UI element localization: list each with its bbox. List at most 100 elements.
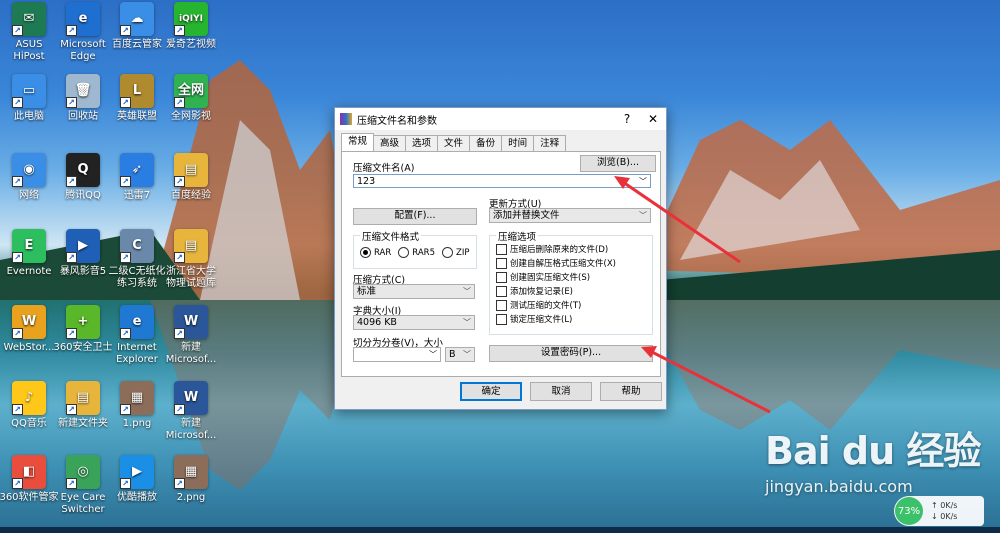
shortcut-arrow-icon: ↗ [66,328,77,339]
set-password-button[interactable]: 设置密码(P)... [489,345,653,362]
app-icon: L ↗ [120,74,154,108]
shortcut-arrow-icon: ↗ [174,478,185,489]
watermark-url: jingyan.baidu.com [765,477,913,496]
tab-0[interactable]: 常规 [341,133,375,151]
browse-button[interactable]: 浏览(B)... [580,155,656,172]
app-icon: ▦ ↗ [120,381,154,415]
shortcut-arrow-icon: ↗ [174,97,185,108]
desktop-icon[interactable]: iQIYI ↗ 爱奇艺视频 [155,2,227,51]
app-icon: ◎ ↗ [66,455,100,489]
app-icon: W ↗ [174,305,208,339]
option-checkbox[interactable]: 创建自解压格式压缩文件(X) [496,257,616,269]
tab-6[interactable]: 注释 [533,135,567,151]
shortcut-arrow-icon: ↗ [12,328,23,339]
desktop-icon[interactable]: ▤ ↗ 浙江省大学 物理试题库 [155,229,227,290]
desktop-icon-label: 2.png [176,492,206,503]
shortcut-arrow-icon: ↗ [12,404,23,415]
cancel-button[interactable]: 取消 [530,382,592,401]
winrar-icon [340,113,352,125]
format-group-title: 压缩文件格式 [360,229,422,243]
shortcut-arrow-icon: ↗ [66,97,77,108]
app-icon: ▶ ↗ [66,229,100,263]
upload-speed: ↑ 0K/s [931,501,958,510]
shortcut-arrow-icon: ↗ [12,252,23,263]
option-checkbox[interactable]: 创建固实压缩文件(S) [496,271,590,283]
help-icon[interactable]: ? [614,108,640,130]
app-icon: ☁ ↗ [120,2,154,36]
shortcut-arrow-icon: ↗ [174,176,185,187]
app-icon: ▭ ↗ [12,74,46,108]
update-mode-select[interactable]: 添加并替换文件 ﹀ [489,208,651,223]
desktop-icon[interactable]: ▦ ↗ 2.png [155,455,227,504]
format-radio-rar5[interactable]: RAR5 [398,247,435,258]
desktop-icon-label: 浙江省大学 物理试题库 [166,266,216,289]
shortcut-arrow-icon: ↗ [12,176,23,187]
desktop-icon[interactable]: W ↗ 新建 Microsof... [155,381,227,442]
ok-button[interactable]: 确定 [460,382,522,401]
desktop-icon[interactable]: ▤ ↗ 百度经验 [155,153,227,202]
shortcut-arrow-icon: ↗ [12,97,23,108]
app-icon: ▤ ↗ [66,381,100,415]
app-icon: ▤ ↗ [174,153,208,187]
shortcut-arrow-icon: ↗ [66,478,77,489]
desktop-icon[interactable]: 全网 ↗ 全网影视 [155,74,227,123]
shortcut-arrow-icon: ↗ [66,404,77,415]
format-radio-zip[interactable]: ZIP [442,247,469,258]
option-checkbox[interactable]: 测试压缩的文件(T) [496,299,581,311]
radio-icon [442,247,453,258]
checkbox-icon [496,299,507,311]
memory-percent: 73% [895,497,923,525]
shortcut-arrow-icon: ↗ [66,176,77,187]
tab-3[interactable]: 文件 [437,135,471,151]
help-button[interactable]: 帮助 [600,382,662,401]
app-icon: e ↗ [120,305,154,339]
watermark-logo: Bai du 经验 [765,429,981,473]
app-icon: E ↗ [12,229,46,263]
shortcut-arrow-icon: ↗ [66,252,77,263]
archive-name-input[interactable]: 123 ﹀ [353,174,651,188]
chevron-down-icon[interactable]: ﹀ [429,348,437,361]
tab-2[interactable]: 选项 [405,135,439,151]
app-icon: 🗑 ↗ [66,74,100,108]
option-checkbox[interactable]: 锁定压缩文件(L) [496,313,572,325]
shortcut-arrow-icon: ↗ [174,25,185,36]
shortcut-arrow-icon: ↗ [120,176,131,187]
options-group-title: 压缩选项 [496,229,539,243]
tab-4[interactable]: 备份 [469,135,503,151]
tab-5[interactable]: 时间 [501,135,535,151]
shortcut-arrow-icon: ↗ [66,25,77,36]
chevron-down-icon: ﹀ [463,318,471,327]
dictionary-select[interactable]: 4096 KB ﹀ [353,315,475,330]
desktop-icon-label: 爱奇艺视频 [166,39,216,50]
chevron-down-icon: ﹀ [639,211,647,220]
app-icon: + ↗ [66,305,100,339]
download-speed: ↓ 0K/s [931,512,958,521]
format-radio-rar[interactable]: RAR [360,247,391,258]
desktop-icon[interactable]: W ↗ 新建 Microsof... [155,305,227,366]
app-icon: ▤ ↗ [174,229,208,263]
chevron-down-icon: ﹀ [463,350,471,359]
desktop-icon-label: 全网影视 [171,111,211,122]
method-select[interactable]: 标准 ﹀ [353,284,475,299]
profile-button[interactable]: 配置(F)... [353,208,477,225]
split-size-input[interactable]: ﹀ [353,347,441,362]
shortcut-arrow-icon: ↗ [174,252,185,263]
app-icon: W ↗ [174,381,208,415]
shortcut-arrow-icon: ↗ [120,97,131,108]
desktop-icon-label: 新建 Microsof... [165,418,217,441]
shortcut-arrow-icon: ↗ [120,252,131,263]
close-icon[interactable]: ✕ [640,108,666,130]
baidu-watermark: Bai du 经验 jingyan.baidu.com [765,420,981,496]
chevron-down-icon[interactable]: ﹀ [639,175,647,188]
tab-1[interactable]: 高级 [373,135,407,151]
option-checkbox[interactable]: 添加恢复记录(E) [496,285,573,297]
checkbox-icon [496,271,507,283]
radio-icon [398,247,410,258]
option-checkbox[interactable]: 压缩后删除原来的文件(D) [496,243,608,255]
network-speed-widget[interactable]: 73% ↑ 0K/s ↓ 0K/s [894,496,984,526]
app-icon: ◉ ↗ [12,153,46,187]
dialog-titlebar[interactable]: 压缩文件名和参数 ? ✕ [335,108,666,130]
split-unit-select[interactable]: B ﹀ [445,347,475,362]
radio-icon [360,247,371,258]
app-icon: Q ↗ [66,153,100,187]
